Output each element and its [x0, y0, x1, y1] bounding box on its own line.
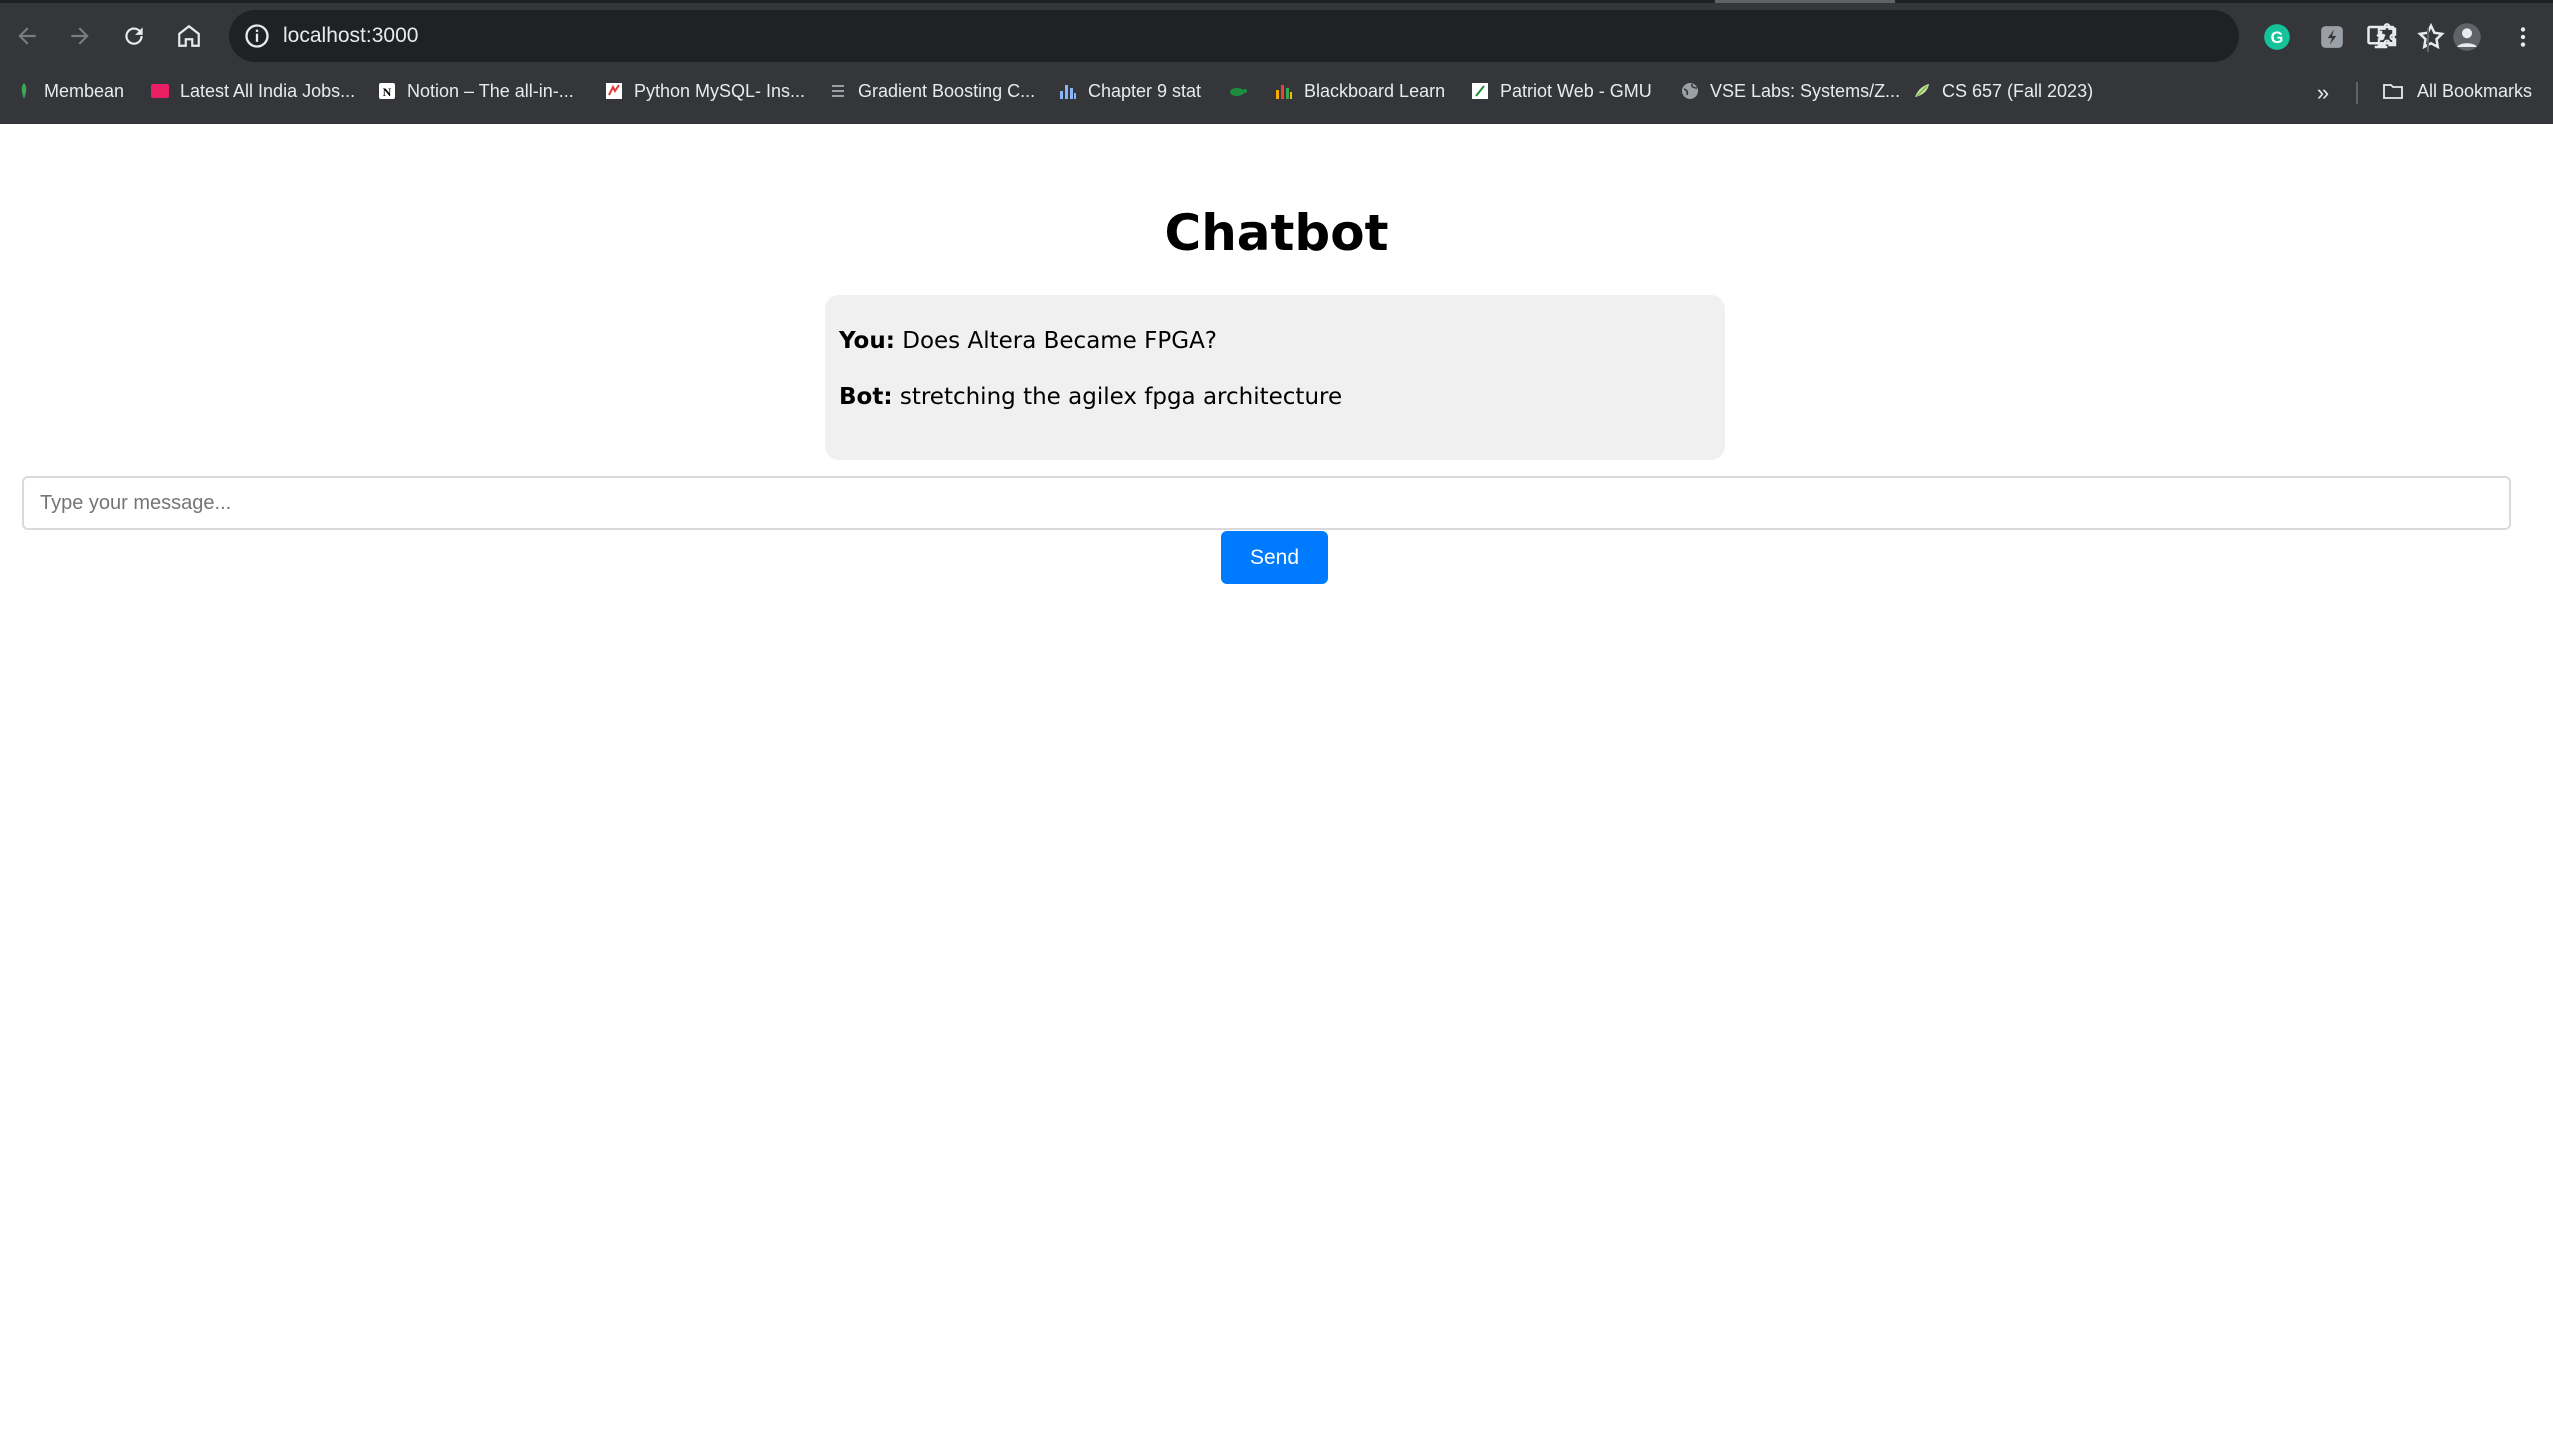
extensions-menu-button[interactable]	[2372, 22, 2402, 52]
message-text: stretching the agilex fpga architecture	[892, 384, 1343, 410]
home-button[interactable]	[169, 16, 209, 56]
grammarly-icon: G	[2264, 24, 2290, 50]
more-vert-icon	[2520, 27, 2526, 47]
bookmark-label: Python MySQL- Ins...	[634, 80, 806, 101]
bookmark-gradient-boosting[interactable]: Gradient Boosting C...	[828, 76, 1035, 106]
bookmark-turtle[interactable]	[1227, 76, 1247, 106]
forward-button[interactable]	[60, 16, 100, 56]
browser-chrome: localhost:3000 G Membean Latest All Indi…	[0, 0, 2553, 124]
membean-icon	[14, 81, 34, 101]
bookmark-label: Chapter 9 stat	[1088, 80, 1202, 101]
toolbar-divider	[2427, 28, 2429, 52]
reload-icon	[125, 27, 143, 45]
grammarly-extension-button[interactable]: G	[2262, 22, 2292, 52]
bookmark-chapter-9[interactable]: Chapter 9 stat	[1058, 76, 1201, 106]
tab-strip	[0, 0, 2553, 3]
bookmark-blackboard[interactable]: Blackboard Learn	[1274, 76, 1445, 106]
turtle-icon	[1227, 81, 1247, 101]
send-button[interactable]: Send	[1221, 531, 1328, 584]
bookmark-notion[interactable]: N Notion – The all-in-...	[377, 76, 574, 106]
url-text[interactable]: localhost:3000	[283, 23, 418, 49]
chat-history: You: Does Altera Became FPGA? Bot: stret…	[825, 295, 1725, 460]
bookmark-label: Patriot Web - GMU	[1500, 80, 1652, 101]
browser-menu-button[interactable]	[2508, 22, 2538, 52]
bookmark-label: Notion – The all-in-...	[407, 80, 574, 101]
message-input[interactable]	[22, 476, 2511, 530]
bookmark-membean[interactable]: Membean	[14, 76, 124, 106]
active-tab-indicator[interactable]	[1715, 0, 1895, 3]
chat-message-user: You: Does Altera Became FPGA?	[839, 328, 1217, 354]
bookmark-jobs[interactable]: Latest All India Jobs...	[150, 76, 355, 106]
message-sender: Bot:	[839, 384, 893, 410]
gradient-icon	[828, 81, 848, 101]
globe-icon	[1680, 81, 1700, 101]
message-sender: You:	[839, 328, 895, 354]
extension-button[interactable]	[2317, 22, 2347, 52]
arrow-right-icon	[71, 27, 89, 45]
bookmarks-overflow-chevron-icon[interactable]: »	[2310, 80, 2336, 106]
bookmark-label: Blackboard Learn	[1304, 80, 1446, 101]
svg-text:G: G	[2271, 29, 2284, 47]
bookmark-star-icon[interactable]	[2416, 22, 2446, 52]
browser-toolbar: localhost:3000 G	[0, 8, 2553, 64]
bookmark-label: Gradient Boosting C...	[858, 80, 1036, 101]
puzzle-icon	[2377, 23, 2397, 47]
python-icon	[604, 81, 624, 101]
canvas-icon	[1912, 81, 1932, 101]
chatbot-page: Chatbot You: Does Altera Became FPGA? Bo…	[0, 124, 2553, 1444]
notion-icon: N	[377, 81, 397, 101]
all-bookmarks-button[interactable]: All Bookmarks	[2381, 76, 2532, 106]
message-text: Does Altera Became FPGA?	[894, 328, 1218, 354]
bookmark-cs-657[interactable]: CS 657 (Fall 2023)	[1912, 76, 2093, 106]
address-bar[interactable]: localhost:3000	[229, 10, 2445, 62]
bookmark-vse-labs[interactable]: VSE Labs: Systems/Z...	[1680, 76, 1900, 106]
patriot-icon	[1470, 81, 1490, 101]
page-title: Chatbot	[1164, 204, 1389, 262]
bookmark-label: VSE Labs: Systems/Z...	[1710, 80, 1901, 101]
bookmark-label: Membean	[44, 80, 125, 101]
extension-app-icon	[2321, 26, 2343, 48]
home-icon	[178, 24, 200, 47]
bookmark-python-mysql[interactable]: Python MySQL- Ins...	[604, 76, 805, 106]
bookmark-label: Latest All India Jobs...	[180, 80, 356, 101]
bookmarks-bar: Membean Latest All India Jobs... N Notio…	[0, 70, 2553, 112]
avatar	[2453, 23, 2481, 51]
folder-icon	[2383, 84, 2403, 99]
back-button[interactable]	[7, 16, 47, 56]
bookmark-patriot-web[interactable]: Patriot Web - GMU	[1470, 76, 1652, 106]
profile-button[interactable]	[2452, 22, 2482, 52]
blackboard-icon	[1274, 81, 1294, 101]
jobs-icon	[150, 81, 170, 101]
svg-text:N: N	[383, 85, 392, 99]
bookmarks-divider	[2356, 82, 2358, 104]
arrow-left-icon	[18, 27, 36, 45]
bar-chart-icon	[1058, 81, 1078, 101]
all-bookmarks-label: All Bookmarks	[2417, 80, 2533, 101]
bookmark-label: CS 657 (Fall 2023)	[1942, 80, 2094, 101]
chat-message-bot: Bot: stretching the agilex fpga architec…	[839, 384, 1342, 410]
reload-button[interactable]	[114, 16, 154, 56]
site-info-icon[interactable]	[243, 22, 271, 50]
